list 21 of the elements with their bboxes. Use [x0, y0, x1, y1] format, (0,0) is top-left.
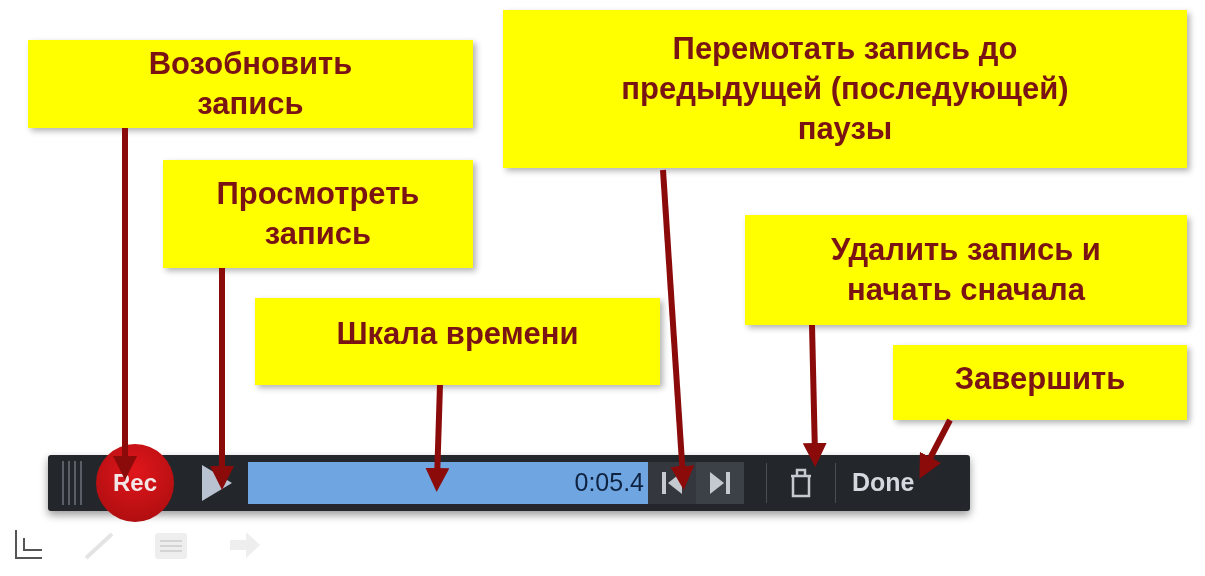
trash-icon [789, 467, 813, 498]
callout-text: Шкала времени [336, 315, 579, 353]
elapsed-time: 0:05.4 [574, 466, 644, 498]
pencil-icon [84, 530, 114, 560]
pointer-arrow [919, 418, 953, 479]
play-icon[interactable] [202, 464, 232, 501]
skip-forward-icon [710, 471, 730, 494]
corner-icon [14, 528, 44, 560]
delete-button[interactable] [789, 467, 813, 498]
next-pause-button[interactable] [696, 461, 744, 504]
record-button[interactable]: Rec [96, 443, 174, 522]
callout-text: Завершить [954, 360, 1126, 398]
skip-back-icon [662, 471, 682, 494]
done-button[interactable]: Done [852, 463, 915, 502]
grip-icon [60, 460, 84, 505]
list-icon [154, 532, 188, 560]
callout-text: Удалить запись и начать сначала [831, 231, 1101, 309]
callout-text: Возобновить запись [148, 45, 353, 123]
callout-text: Просмотреть запись [216, 175, 420, 253]
timeline-bar[interactable]: 0:05.4 [248, 461, 648, 504]
callout-text: Перемотать запись до предыдущей (последующей) паузы [621, 30, 1069, 148]
